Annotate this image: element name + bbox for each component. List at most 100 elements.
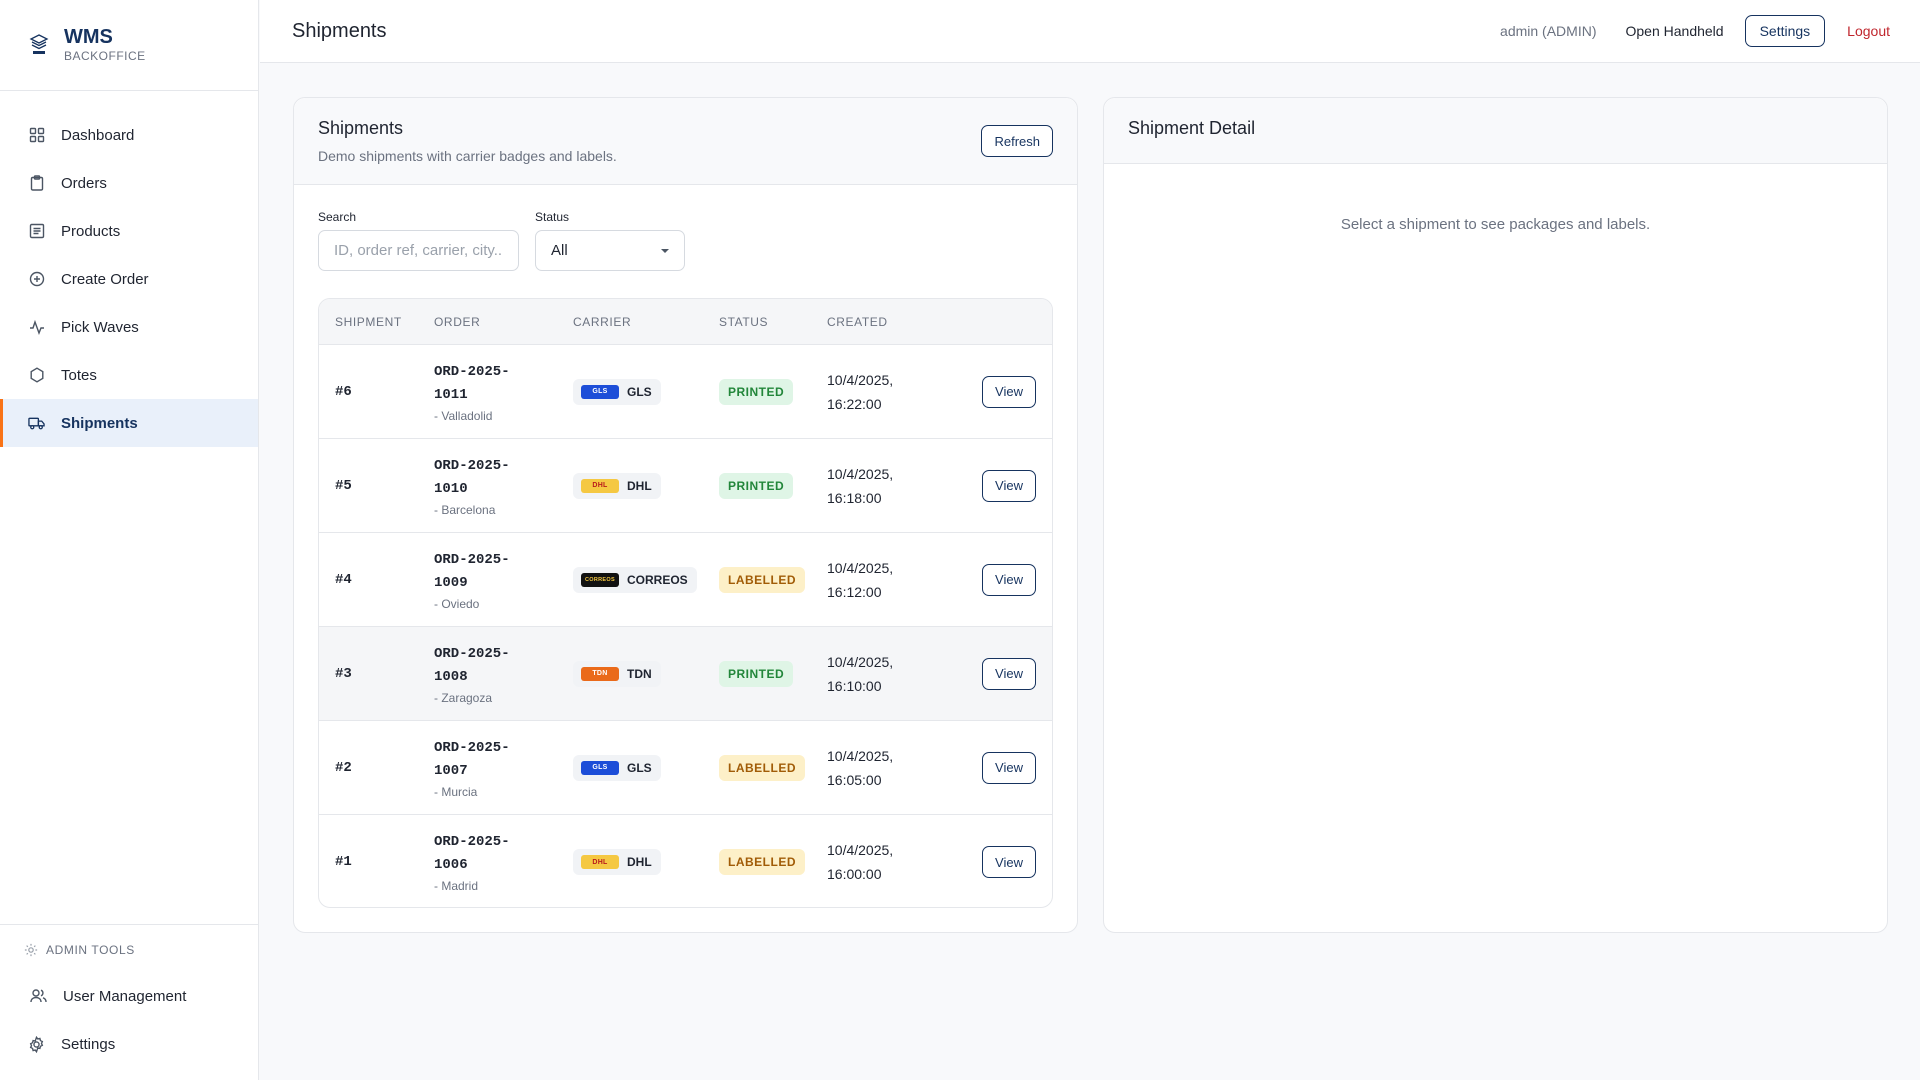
refresh-button[interactable]: Refresh [981,125,1053,157]
table-row[interactable]: #4 ORD-2025- 1009 - Oviedo CORREOS CORREO… [319,533,1052,627]
view-button[interactable]: View [982,751,1036,784]
table-body: #6 ORD-2025- 1011 - Valladolid GLS GLS PR… [319,345,1052,907]
sidebar-item-orders[interactable]: Orders [0,159,258,207]
shipment-detail-title: Shipment Detail [1128,118,1256,138]
column-header-status: STATUS [719,314,769,329]
carrier-logo: DHL [581,478,619,493]
carrier-logo: DHL [581,855,619,869]
status-badge: PRINTED [719,472,794,499]
sidebar-nav: Dashboard Orders Products Create Order P… [0,91,258,447]
brand-title: WMS [64,26,113,48]
sidebar-item-label: Totes [61,366,97,384]
status-select-value: All [551,242,568,259]
sidebar-item-products[interactable]: Products [0,207,258,255]
carrier-badge: DHL DHL [573,472,661,499]
order-ref: ORD-2025- 1006 [434,834,510,873]
column-header-shipment: SHIPMENT [335,314,402,329]
order-city: - Oviedo [434,596,480,611]
carrier-logo: GLS [581,384,619,399]
view-button[interactable]: View [982,563,1036,596]
open-handheld-button[interactable]: Open Handheld [1626,23,1724,39]
order-cell: ORD-2025- 1009 - Oviedo [434,549,534,611]
shipment-detail-empty-state: Select a shipment to see packages and la… [1340,216,1651,233]
carrier-name: GLS [627,760,652,775]
brand-subtitle: BACKOFFICE [64,49,146,63]
settings-button[interactable]: Settings [1744,15,1826,47]
sidebar-item-shipments[interactable]: Shipments [0,399,258,447]
status-badge: LABELLED [719,754,805,781]
view-button[interactable]: View [982,846,1036,878]
table-row[interactable]: #3 ORD-2025- 1008 - Zaragoza TDN TDN PRIN… [319,627,1052,721]
order-city: - Madrid [434,879,479,893]
topbar: Shipments admin (ADMIN) Open Handheld Se… [260,0,1920,63]
shipments-card-subtitle: Demo shipments with carrier badges and l… [318,148,617,164]
chevron-down-icon [661,248,669,253]
shipments-card: Shipments Demo shipments with carrier ba… [293,97,1078,933]
activity-icon [28,319,45,336]
sidebar-item-label: Orders [61,174,107,192]
carrier-logo: TDN [581,666,619,681]
column-header-created: CREATED [827,314,888,329]
shipment-id: #1 [335,854,352,870]
order-cell: ORD-2025- 1008 - Zaragoza [434,643,534,705]
carrier-name: CORREOS [627,572,688,587]
carrier-logo: GLS [581,760,619,775]
sidebar-item-label: Create Order [61,270,149,288]
table-row[interactable]: #2 ORD-2025- 1007 - Murcia GLS GLS LABELL… [319,721,1052,815]
sidebar-item-user-management[interactable]: User Management [0,972,258,1020]
table-header: SHIPMENT ORDER CARRIER STATUS CREATED [319,299,1052,345]
created-at: 10/4/2025, 16:12:00 [827,559,894,600]
search-input[interactable] [318,230,519,271]
status-select[interactable]: All [535,230,685,271]
sidebar-item-pick-waves[interactable]: Pick Waves [0,303,258,351]
view-button[interactable]: View [982,657,1036,690]
sidebar-item-totes[interactable]: Totes [0,351,258,399]
sidebar-item-dashboard[interactable]: Dashboard [0,111,258,159]
table-row[interactable]: #6 ORD-2025- 1011 - Valladolid GLS GLS PR… [319,345,1052,439]
view-button[interactable]: View [982,469,1036,502]
order-cell: ORD-2025- 1006 - Madrid [434,831,534,893]
sidebar-item-label: Dashboard [61,126,135,144]
view-button[interactable]: View [982,375,1036,408]
shipments-card-title: Shipments [318,118,404,138]
table-row[interactable]: #5 ORD-2025- 1010 - Barcelona DHL DHL PRI… [319,439,1052,533]
sidebar-item-settings[interactable]: Settings [0,1020,258,1068]
filters: Search Status All [318,210,685,271]
warehouse-logo-icon [28,34,50,56]
grid-icon [28,127,45,144]
order-ref: ORD-2025- 1009 [434,551,510,591]
carrier-badge: TDN TDN [573,660,661,687]
carrier-badge: GLS GLS [573,754,661,781]
shipment-detail-card: Shipment Detail Select a shipment to see… [1103,97,1888,933]
search-label: Search [318,210,357,224]
created-at: 10/4/2025, 16:00:00 [827,842,894,882]
shipment-id: #2 [335,759,352,776]
status-badge: PRINTED [719,378,794,405]
admin-tools-label: ADMIN TOOLS [0,942,258,958]
sidebar-item-label: Shipments [61,414,138,432]
created-at: 10/4/2025, 16:22:00 [827,371,894,412]
users-icon [30,988,47,1005]
order-city: - Barcelona [434,502,496,517]
created-at: 10/4/2025, 16:18:00 [827,465,894,506]
clipboard-icon [28,175,45,192]
order-city: - Zaragoza [434,690,493,705]
list-icon [28,223,45,240]
carrier-logo: CORREOS [581,572,619,587]
status-badge: LABELLED [719,849,805,875]
sidebar-item-create-order[interactable]: Create Order [0,255,258,303]
page-title: Shipments [292,19,387,42]
table-row[interactable]: #1 ORD-2025- 1006 - Madrid DHL DHL LABELL… [319,815,1052,907]
order-ref: ORD-2025- 1008 [434,645,510,685]
plus-circle-icon [28,271,45,288]
search-field: Search [318,210,519,271]
created-at: 10/4/2025, 16:10:00 [827,653,894,694]
shipments-card-header: Shipments Demo shipments with carrier ba… [294,98,1077,185]
order-city: - Valladolid [434,408,493,423]
carrier-badge: GLS GLS [573,378,661,405]
hexagon-icon [28,367,45,384]
logout-button[interactable]: Logout [1847,23,1890,39]
shipment-id: #6 [335,383,352,400]
carrier-name: DHL [627,478,652,493]
admin-tools-section: ADMIN TOOLS User Management Settings [0,924,258,1068]
